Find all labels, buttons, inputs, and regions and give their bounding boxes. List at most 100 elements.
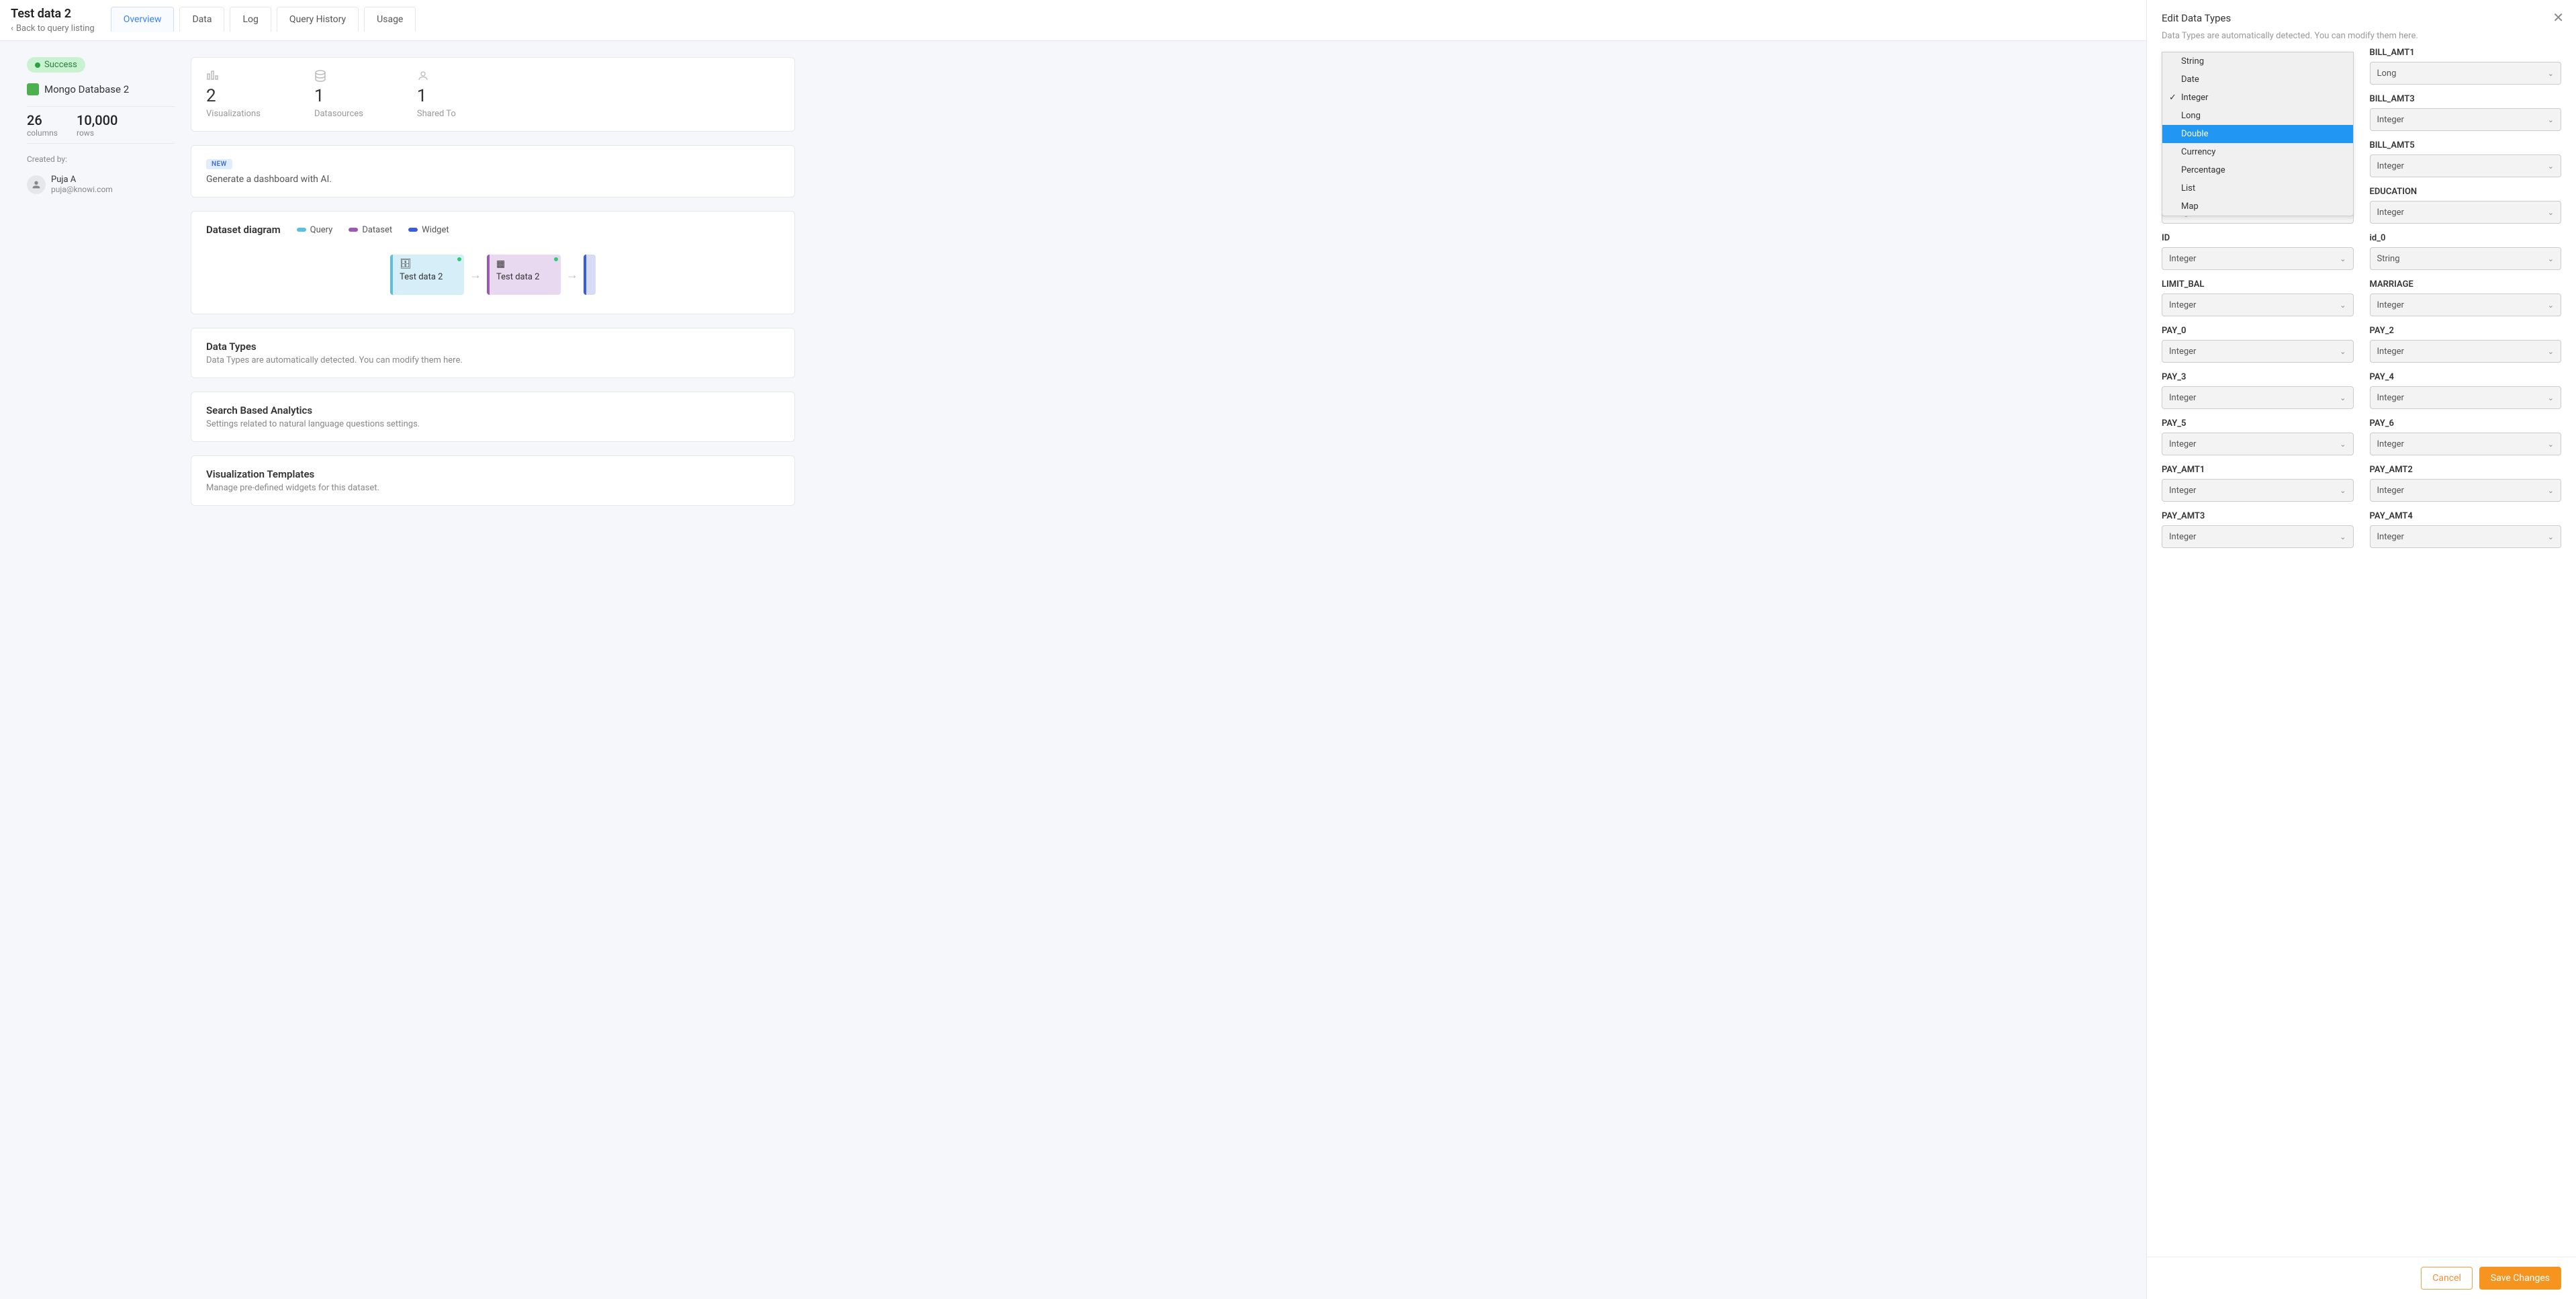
chevron-down-icon: ⌄ <box>2340 440 2346 449</box>
diagram-node-widget[interactable] <box>584 255 596 295</box>
datasource-label: Mongo Database 2 <box>44 83 129 95</box>
node-label: Test data 2 <box>400 272 443 282</box>
type-select[interactable]: String⌄ <box>2370 247 2562 270</box>
select-value: Integer <box>2169 439 2196 449</box>
datatype-field: PAY_5Integer⌄ <box>2162 418 2354 455</box>
chevron-down-icon: ⌄ <box>2340 301 2346 310</box>
datatype-field: PAY_AMT3Integer⌄ <box>2162 511 2354 548</box>
chevron-down-icon: ⌄ <box>2548 440 2554 449</box>
datatype-field: id_0String⌄ <box>2370 233 2562 270</box>
panel-title: Edit Data Types <box>2162 12 2561 24</box>
type-select[interactable]: Integer⌄ <box>2162 340 2354 363</box>
dropdown-option[interactable]: List <box>2162 179 2353 197</box>
select-value: Integer <box>2169 347 2196 357</box>
tab-query-history[interactable]: Query History <box>277 7 359 32</box>
type-select[interactable]: Integer ⌄ <box>2370 294 2562 316</box>
type-select[interactable]: Integer ⌄ <box>2162 433 2354 455</box>
datatype-field: MARRIAGEInteger⌄ <box>2370 279 2562 316</box>
chevron-down-icon: ⌄ <box>2548 533 2554 541</box>
chevron-down-icon: ⌄ <box>2548 301 2554 310</box>
user-email: puja@knowi.com <box>51 185 113 194</box>
type-select[interactable]: Integer⌄ <box>2370 201 2562 224</box>
type-select[interactable]: Integer⌄ <box>2370 154 2562 177</box>
select-value: Long <box>2377 69 2397 79</box>
save-button[interactable]: Save Changes <box>2479 1267 2561 1290</box>
datatype-field: PAY_3Integer⌄ <box>2162 372 2354 409</box>
type-select[interactable]: Integer⌄ <box>2162 386 2354 409</box>
dropdown-option[interactable]: Map <box>2162 197 2353 216</box>
chevron-left-icon: ‹ <box>11 24 13 34</box>
datatypes-title: Data Types <box>206 341 780 353</box>
chevron-down-icon: ⌄ <box>2340 486 2346 495</box>
edit-datatypes-panel: ✕ Edit Data Types Data Types are automat… <box>2146 0 2576 1299</box>
type-select[interactable]: Integer⌄ <box>2162 294 2354 316</box>
summary-card: 2 Visualizations 1 Datasources <box>191 57 795 132</box>
diagram-card: Dataset diagram Query Dataset Widget 🗄 T… <box>191 211 795 314</box>
cancel-button[interactable]: Cancel <box>2421 1267 2473 1290</box>
generate-card[interactable]: NEW Generate a dashboard with AI. <box>191 145 795 197</box>
dropdown-option[interactable]: Integer <box>2162 89 2353 107</box>
dropdown-option[interactable]: Currency <box>2162 143 2353 161</box>
select-value: Integer <box>2377 300 2404 310</box>
tab-overview[interactable]: Overview <box>111 7 175 32</box>
type-select[interactable]: Integer ⌄ <box>2370 525 2562 548</box>
close-icon[interactable]: ✕ <box>2552 9 2564 26</box>
tab-data[interactable]: Data <box>179 7 224 32</box>
datatype-field: ID Integer⌄ <box>2162 233 2354 270</box>
datatype-field: PAY_AMT2 Integer⌄ <box>2370 465 2562 502</box>
field-label: PAY_AMT4 <box>2370 511 2562 521</box>
type-select[interactable]: Integer⌄ <box>2370 479 2562 502</box>
tab-usage[interactable]: Usage <box>364 7 416 32</box>
chevron-down-icon: ⌄ <box>2548 486 2554 495</box>
datatype-field: EDUCATIONInteger⌄ <box>2370 187 2562 224</box>
status-dot-icon <box>554 257 558 261</box>
datatype-field: LIMIT_BALInteger⌄ <box>2162 279 2354 316</box>
select-value: Integer <box>2377 532 2404 542</box>
type-select[interactable]: Integer⌄ <box>2162 479 2354 502</box>
select-value: Integer <box>2169 532 2196 542</box>
select-value: Integer <box>2377 161 2404 171</box>
back-link[interactable]: ‹ Back to query listing <box>11 24 95 34</box>
datatype-field: PAY_2Integer⌄ <box>2370 326 2562 363</box>
viztpl-card[interactable]: Visualization Templates Manage pre-defin… <box>191 455 795 506</box>
field-label: PAY_6 <box>2370 418 2562 429</box>
datatype-field: BILL_AMT1Long⌄ <box>2370 48 2562 85</box>
user-icon <box>31 179 42 190</box>
avatar <box>27 175 46 194</box>
datatype-field: PAY_AMT4 Integer ⌄ <box>2370 511 2562 548</box>
dropdown-option[interactable]: Date <box>2162 71 2353 89</box>
person-icon <box>417 70 456 83</box>
field-label: BILL_AMT5 <box>2370 140 2562 150</box>
field-label: PAY_AMT2 <box>2370 465 2562 475</box>
diagram-node-query[interactable]: 🗄 Test data 2 <box>390 255 464 295</box>
dropdown-option[interactable]: Percentage <box>2162 161 2353 179</box>
generate-text: Generate a dashboard with AI. <box>206 174 780 185</box>
type-select[interactable]: Integer⌄ <box>2370 386 2562 409</box>
select-value: Integer <box>2377 115 2404 125</box>
search-card[interactable]: Search Based Analytics Settings related … <box>191 392 795 442</box>
chevron-down-icon: ⌄ <box>2340 394 2346 402</box>
dropdown-option[interactable]: Long <box>2162 107 2353 125</box>
field-label: ID <box>2162 233 2354 243</box>
datasource-name: Mongo Database 2 <box>27 83 175 95</box>
rows-count: 10,000 <box>77 112 118 128</box>
datatype-field: StringDateIntegerLongDoubleCurrencyPerce… <box>2162 48 2354 177</box>
datatype-field: BILL_AMT3Integer⌄ <box>2370 94 2562 131</box>
search-title: Search Based Analytics <box>206 404 780 416</box>
type-select[interactable]: Long ⌄ <box>2370 62 2562 85</box>
chevron-down-icon: ⌄ <box>2548 347 2554 356</box>
dropdown-option[interactable]: String <box>2162 52 2353 71</box>
tab-log[interactable]: Log <box>230 7 271 32</box>
type-select[interactable]: Integer⌄ <box>2370 108 2562 131</box>
type-select[interactable]: Integer⌄ <box>2370 340 2562 363</box>
field-label: PAY_AMT1 <box>2162 465 2354 475</box>
chevron-down-icon: ⌄ <box>2548 69 2554 78</box>
dropdown-option[interactable]: Double <box>2162 125 2353 143</box>
datatype-field: PAY_4Integer⌄ <box>2370 372 2562 409</box>
type-select[interactable]: Integer⌄ <box>2162 247 2354 270</box>
viztpl-title: Visualization Templates <box>206 468 780 480</box>
datatypes-card[interactable]: Data Types Data Types are automatically … <box>191 328 795 378</box>
type-select[interactable]: Integer⌄ <box>2162 525 2354 548</box>
type-select[interactable]: Integer⌄ <box>2370 433 2562 455</box>
diagram-node-dataset[interactable]: ▦ Test data 2 <box>487 255 561 295</box>
